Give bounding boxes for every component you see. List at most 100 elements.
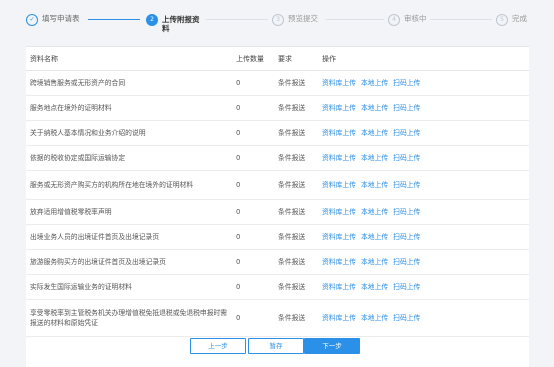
table-row: 跨境销售服务或无形资产的合同 0 条件报送 资料库上传 本地上传 扫码上传 — [26, 70, 529, 96]
operations: 资料库上传 本地上传 扫码上传 — [318, 299, 529, 337]
header-operations: 操作 — [318, 47, 529, 71]
doc-name: 放弃适用增值税零税率声明 — [26, 199, 232, 225]
library-upload-link[interactable]: 资料库上传 — [322, 154, 356, 162]
step-preview: 3 预览提交 — [272, 14, 318, 28]
local-upload-link[interactable]: 本地上传 — [361, 129, 388, 137]
step-upload: 2 上传附报资料 — [146, 14, 202, 33]
prev-button[interactable]: 上一步 — [190, 338, 246, 354]
upload-count: 0 — [232, 170, 274, 200]
upload-count: 0 — [232, 299, 274, 337]
requirement: 条件报送 — [274, 224, 318, 250]
scan-upload-link[interactable]: 扫码上传 — [393, 104, 420, 112]
step-connector — [430, 19, 492, 20]
upload-count: 0 — [232, 249, 274, 275]
requirement: 条件报送 — [274, 170, 318, 200]
step-label: 填写申请表 — [42, 14, 80, 23]
doc-name: 出境业务人员的出境证件首页及出境记录页 — [26, 224, 232, 250]
table-row: 享受零税率到主管税务机关办理增值税免抵退税或免退税申报时需报送的材料和原始凭证 … — [26, 299, 529, 337]
header-name: 资料名称 — [26, 47, 232, 71]
upload-count: 0 — [232, 145, 274, 171]
table-row: 实际发生国际运输业务的证明材料 0 条件报送 资料库上传 本地上传 扫码上传 — [26, 274, 529, 300]
operations: 资料库上传 本地上传 扫码上传 — [318, 120, 529, 146]
attachment-table: 资料名称 上传数量 要求 操作 跨境销售服务或无形资产的合同 0 条件报送 资料… — [26, 47, 529, 337]
scan-upload-link[interactable]: 扫码上传 — [393, 154, 420, 162]
upload-count: 0 — [232, 199, 274, 225]
scan-upload-link[interactable]: 扫码上传 — [393, 181, 420, 189]
library-upload-link[interactable]: 资料库上传 — [322, 79, 356, 87]
library-upload-link[interactable]: 资料库上传 — [322, 208, 356, 216]
doc-name: 享受零税率到主管税务机关办理增值税免抵退税或免退税申报时需报送的材料和原始凭证 — [26, 299, 232, 337]
requirement: 条件报送 — [274, 120, 318, 146]
check-icon: ✓ — [26, 14, 38, 26]
step-number-badge: 4 — [388, 14, 400, 26]
local-upload-link[interactable]: 本地上传 — [361, 233, 388, 241]
doc-name: 旅游服务购买方的出境证件首页及出境记录页 — [26, 249, 232, 275]
operations: 资料库上传 本地上传 扫码上传 — [318, 170, 529, 200]
save-draft-button[interactable]: 暂存 — [248, 338, 304, 354]
library-upload-link[interactable]: 资料库上传 — [322, 129, 356, 137]
local-upload-link[interactable]: 本地上传 — [361, 79, 388, 87]
step-label: 预览提交 — [288, 14, 318, 23]
local-upload-link[interactable]: 本地上传 — [361, 154, 388, 162]
operations: 资料库上传 本地上传 扫码上传 — [318, 145, 529, 171]
step-number-badge: 5 — [496, 14, 508, 26]
header-count: 上传数量 — [232, 47, 274, 71]
requirement: 条件报送 — [274, 299, 318, 337]
scan-upload-link[interactable]: 扫码上传 — [393, 208, 420, 216]
local-upload-link[interactable]: 本地上传 — [361, 283, 388, 291]
upload-count: 0 — [232, 95, 274, 121]
table-row: 依据的税收协定或国际运输协定 0 条件报送 资料库上传 本地上传 扫码上传 — [26, 145, 529, 171]
library-upload-link[interactable]: 资料库上传 — [322, 181, 356, 189]
next-button[interactable]: 下一步 — [304, 338, 360, 354]
table-row: 关于纳税人基本情况和业务介绍的说明 0 条件报送 资料库上传 本地上传 扫码上传 — [26, 120, 529, 146]
table-row: 旅游服务购买方的出境证件首页及出境记录页 0 条件报送 资料库上传 本地上传 扫码上… — [26, 249, 529, 275]
library-upload-link[interactable]: 资料库上传 — [322, 314, 356, 322]
requirement: 条件报送 — [274, 70, 318, 96]
step-number-badge: 3 — [272, 14, 284, 26]
step-number-badge: 2 — [146, 14, 158, 26]
step-complete: 5 完成 — [496, 14, 527, 28]
operations: 资料库上传 本地上传 扫码上传 — [318, 199, 529, 225]
local-upload-link[interactable]: 本地上传 — [361, 314, 388, 322]
attachment-panel: 资料名称 上传数量 要求 操作 跨境销售服务或无形资产的合同 0 条件报送 资料… — [26, 46, 529, 367]
library-upload-link[interactable]: 资料库上传 — [322, 104, 356, 112]
requirement: 条件报送 — [274, 145, 318, 171]
local-upload-link[interactable]: 本地上传 — [361, 104, 388, 112]
local-upload-link[interactable]: 本地上传 — [361, 258, 388, 266]
progress-steps: ✓ 填写申请表 2 上传附报资料 3 预览提交 4 审核中 5 完成 — [0, 0, 554, 40]
header-requirement: 要求 — [274, 47, 318, 71]
operations: 资料库上传 本地上传 扫码上传 — [318, 249, 529, 275]
scan-upload-link[interactable]: 扫码上传 — [393, 283, 420, 291]
step-label: 上传附报资料 — [162, 15, 200, 33]
library-upload-link[interactable]: 资料库上传 — [322, 283, 356, 291]
doc-name: 实际发生国际运输业务的证明材料 — [26, 274, 232, 300]
step-fill-form: ✓ 填写申请表 — [26, 14, 80, 28]
operations: 资料库上传 本地上传 扫码上传 — [318, 274, 529, 300]
operations: 资料库上传 本地上传 扫码上传 — [318, 70, 529, 96]
local-upload-link[interactable]: 本地上传 — [361, 181, 388, 189]
requirement: 条件报送 — [274, 95, 318, 121]
scan-upload-link[interactable]: 扫码上传 — [393, 129, 420, 137]
library-upload-link[interactable]: 资料库上传 — [322, 233, 356, 241]
requirement: 条件报送 — [274, 249, 318, 275]
step-label: 审核中 — [404, 14, 427, 23]
step-review: 4 审核中 — [388, 14, 427, 28]
operations: 资料库上传 本地上传 扫码上传 — [318, 95, 529, 121]
scan-upload-link[interactable]: 扫码上传 — [393, 258, 420, 266]
table-row: 服务地点在境外的证明材料 0 条件报送 资料库上传 本地上传 扫码上传 — [26, 95, 529, 121]
local-upload-link[interactable]: 本地上传 — [361, 208, 388, 216]
step-connector — [88, 19, 140, 20]
step-connector — [206, 19, 268, 20]
doc-name: 服务地点在境外的证明材料 — [26, 95, 232, 121]
scan-upload-link[interactable]: 扫码上传 — [393, 79, 420, 87]
library-upload-link[interactable]: 资料库上传 — [322, 258, 356, 266]
requirement: 条件报送 — [274, 199, 318, 225]
requirement: 条件报送 — [274, 274, 318, 300]
table-row: 服务或无形资产购买方的机构所在地在境外的证明材料 0 条件报送 资料库上传 本地上… — [26, 170, 529, 200]
step-label: 完成 — [512, 14, 527, 23]
scan-upload-link[interactable]: 扫码上传 — [393, 314, 420, 322]
upload-count: 0 — [232, 274, 274, 300]
upload-count: 0 — [232, 70, 274, 96]
doc-name: 依据的税收协定或国际运输协定 — [26, 145, 232, 171]
scan-upload-link[interactable]: 扫码上传 — [393, 233, 420, 241]
